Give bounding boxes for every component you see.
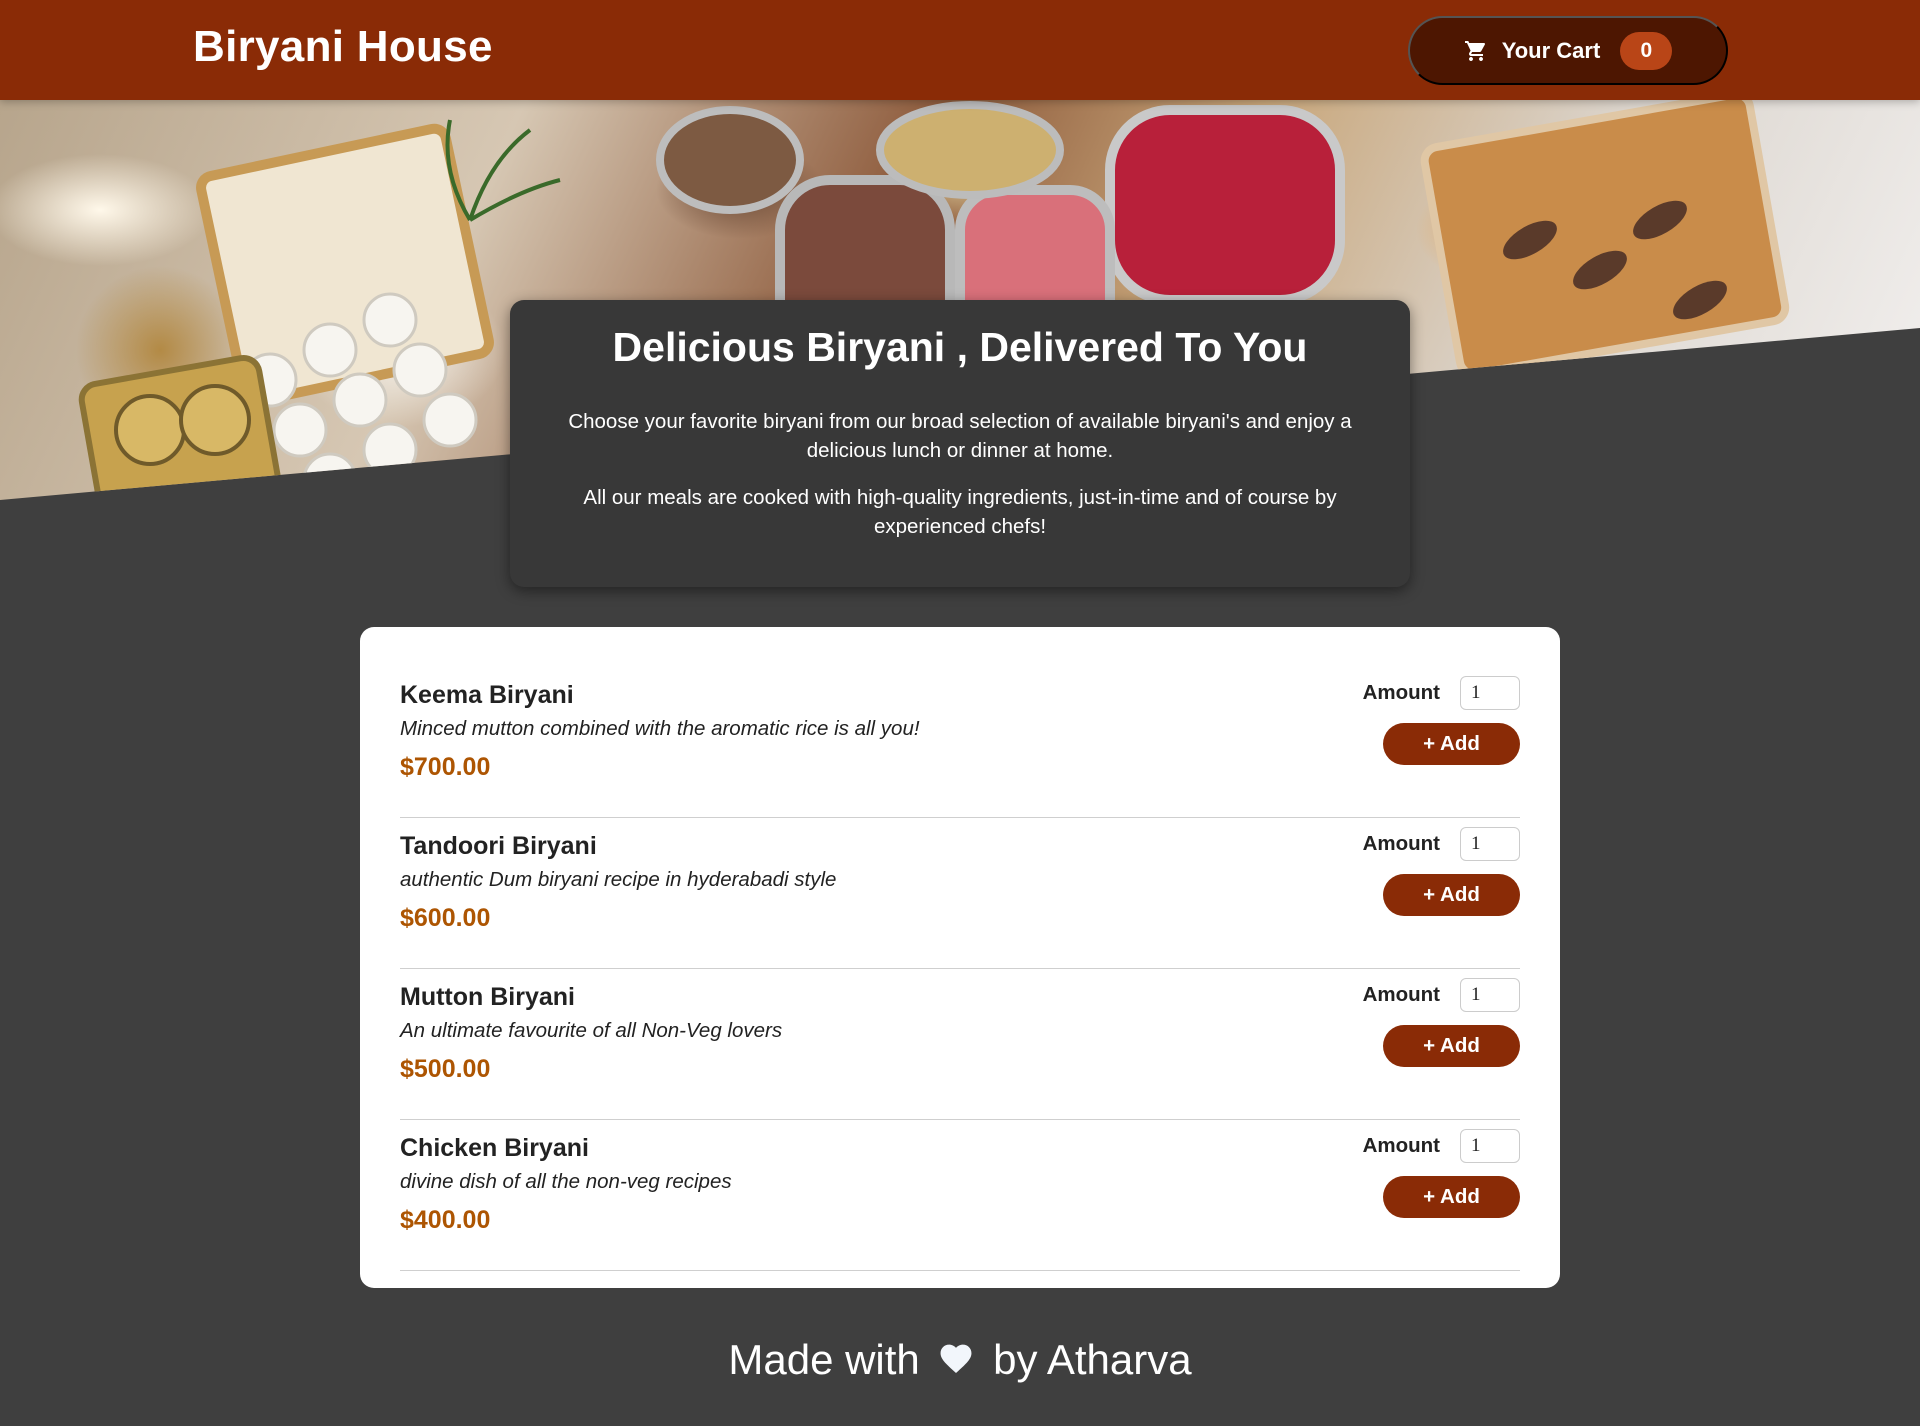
meal-item: Chicken Biryani divine dish of all the n… xyxy=(400,1120,1520,1271)
meal-item: Mutton Biryani An ultimate favourite of … xyxy=(400,969,1520,1120)
amount-input[interactable] xyxy=(1460,978,1520,1012)
meal-description: divine dish of all the non-veg recipes xyxy=(400,1170,732,1193)
meal-form: Amount + Add xyxy=(1340,826,1520,916)
amount-label: Amount xyxy=(1362,1134,1440,1157)
amount-input[interactable] xyxy=(1460,1129,1520,1163)
meal-name: Keema Biryani xyxy=(400,681,574,709)
summary-paragraph-1: Choose your favorite biryani from our br… xyxy=(568,410,1352,462)
meal-price: $400.00 xyxy=(400,1206,491,1234)
brand-title: Biryani House xyxy=(193,22,493,71)
meal-form: Amount + Add xyxy=(1340,1128,1520,1218)
meals-card: Keema Biryani Minced mutton combined wit… xyxy=(360,627,1560,1288)
amount-row: Amount xyxy=(1340,826,1520,862)
summary-title: Delicious Biryani , Delivered To You xyxy=(612,324,1308,370)
cart-icon xyxy=(1464,39,1488,63)
footer-text-before: Made with xyxy=(728,1335,920,1383)
heart-icon xyxy=(937,1336,975,1384)
add-to-cart-button[interactable]: + Add xyxy=(1383,1176,1520,1218)
meal-price: $600.00 xyxy=(400,904,491,932)
add-to-cart-button[interactable]: + Add xyxy=(1383,874,1520,916)
amount-row: Amount xyxy=(1340,1128,1520,1164)
amount-label: Amount xyxy=(1362,983,1440,1006)
cart-button[interactable]: Your Cart 0 xyxy=(1408,16,1728,85)
amount-label: Amount xyxy=(1362,681,1440,704)
meal-form: Amount + Add xyxy=(1340,977,1520,1067)
meal-form: Amount + Add xyxy=(1340,675,1520,765)
footer: Made with by Atharva xyxy=(0,1333,1920,1384)
amount-label: Amount xyxy=(1362,832,1440,855)
add-to-cart-button[interactable]: + Add xyxy=(1383,1025,1520,1067)
meal-price: $700.00 xyxy=(400,753,491,781)
meal-name: Tandoori Biryani xyxy=(400,832,597,860)
summary-paragraph-2: All our meals are cooked with high-quali… xyxy=(583,486,1337,538)
add-to-cart-button[interactable]: + Add xyxy=(1383,723,1520,765)
amount-row: Amount xyxy=(1340,675,1520,711)
meal-description: An ultimate favourite of all Non-Veg lov… xyxy=(400,1019,783,1042)
meal-name: Chicken Biryani xyxy=(400,1134,589,1162)
cart-label: Your Cart xyxy=(1501,37,1601,63)
meal-item: Tandoori Biryani authentic Dum biryani r… xyxy=(400,818,1520,969)
meal-item: Keema Biryani Minced mutton combined wit… xyxy=(400,667,1520,818)
amount-input[interactable] xyxy=(1460,827,1520,861)
amount-row: Amount xyxy=(1340,977,1520,1013)
footer-text-after: by Atharva xyxy=(993,1335,1192,1383)
site-header: Biryani House Your Cart 0 xyxy=(0,0,1920,100)
summary-card: Delicious Biryani , Delivered To You Cho… xyxy=(510,300,1410,587)
amount-input[interactable] xyxy=(1460,676,1520,710)
meal-description: Minced mutton combined with the aromatic… xyxy=(400,717,920,740)
cart-count-badge: 0 xyxy=(1620,31,1673,70)
meal-price: $500.00 xyxy=(400,1055,491,1083)
meal-name: Mutton Biryani xyxy=(400,983,575,1011)
meal-description: authentic Dum biryani recipe in hyderaba… xyxy=(400,868,837,891)
